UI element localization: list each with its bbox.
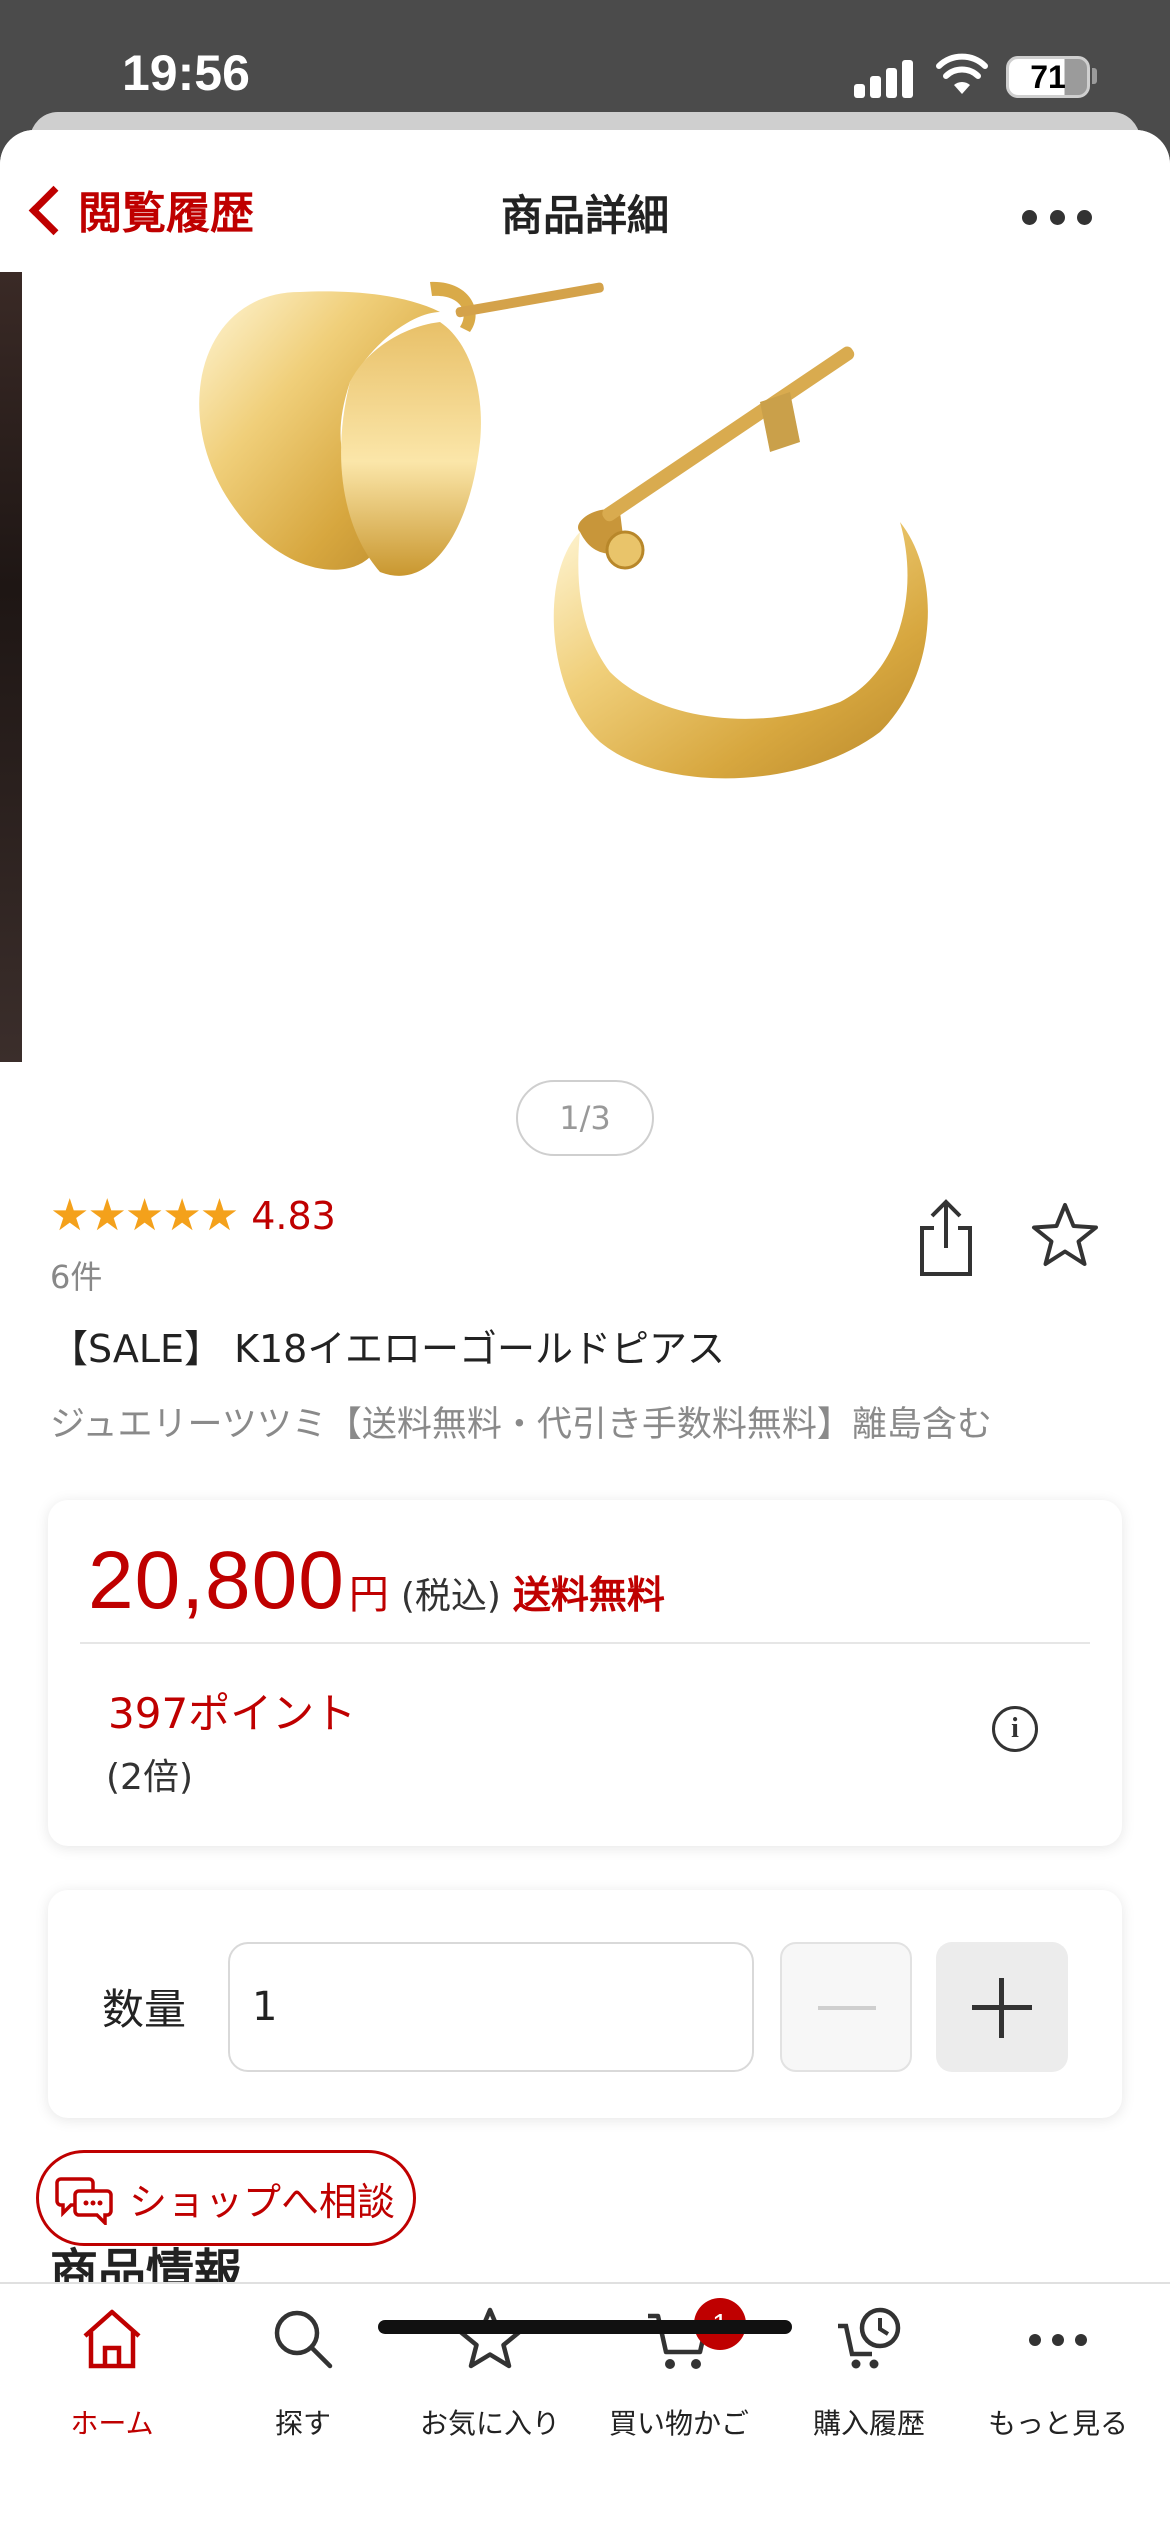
home-icon xyxy=(83,2309,141,2369)
gold-hoop-earrings-image xyxy=(199,281,928,779)
info-icon[interactable]: i xyxy=(992,1706,1038,1752)
nav-item-more[interactable]: もっと見る xyxy=(963,2284,1153,2474)
nav-item-favorites[interactable]: お気に入り xyxy=(395,2284,585,2474)
image-pager: 1/3 xyxy=(516,1080,654,1156)
nav-item-purchase-history[interactable]: 購入履歴 xyxy=(774,2284,964,2474)
status-time: 19:56 xyxy=(122,45,250,101)
history-icon xyxy=(838,2307,901,2369)
page-title: 商品詳細 xyxy=(500,191,669,240)
price-line: 20,800 円 (税込) 送料無料 xyxy=(88,1534,665,1628)
wifi-icon xyxy=(936,53,988,94)
quantity-increment-button[interactable] xyxy=(936,1942,1068,2072)
nav-item-home[interactable]: ホーム xyxy=(17,2284,207,2474)
nav-label-more: もっと見る xyxy=(987,2407,1128,2440)
battery-tip xyxy=(1092,68,1097,84)
product-detail-sheet: 閲覧履歴 商品詳細 1/3 ★★★★★ 4.83 6件 【SALE】 K18イエ… xyxy=(0,130,1170,2532)
review-count[interactable]: 6件 xyxy=(50,1252,102,1298)
dot-icon xyxy=(1022,210,1037,225)
quantity-label: 数量 xyxy=(102,1985,187,2034)
nav-item-search[interactable]: 探す xyxy=(208,2284,398,2474)
status-bar: 19:56 71 xyxy=(0,0,1170,130)
chat-bubbles-icon xyxy=(55,2177,113,2225)
divider xyxy=(80,1642,1090,1644)
dot-icon xyxy=(1077,210,1092,225)
nav-label-cart: 買い物かご xyxy=(608,2407,749,2440)
dot-icon xyxy=(1049,210,1065,225)
quantity-decrement-button[interactable] xyxy=(780,1942,912,2072)
battery-icon: 71 xyxy=(1006,56,1090,98)
free-shipping-label: 送料無料 xyxy=(512,1573,665,1617)
nav-label-search: 探す xyxy=(274,2407,331,2440)
home-indicator xyxy=(378,2320,792,2334)
nav-label-home: ホーム xyxy=(70,2407,154,2440)
price-card: 20,800 円 (税込) 送料無料 397ポイント (2倍) i xyxy=(48,1500,1122,1846)
nav-label-purchase-history: 購入履歴 xyxy=(812,2407,925,2440)
star-rating-icon: ★★★★★ xyxy=(50,1190,239,1241)
rating-row[interactable]: ★★★★★ 4.83 xyxy=(50,1190,336,1241)
search-icon xyxy=(274,2310,333,2369)
header: 閲覧履歴 商品詳細 xyxy=(0,130,1170,272)
battery-level: 71 xyxy=(1030,59,1066,95)
quantity-card: 数量 1 xyxy=(48,1890,1122,2118)
signal-icon xyxy=(854,58,914,98)
price-currency: 円 xyxy=(348,1572,389,1618)
rating-value: 4.83 xyxy=(251,1193,336,1238)
more-icon xyxy=(1029,2334,1087,2346)
product-image[interactable] xyxy=(0,272,1170,1067)
nav-item-cart[interactable]: 1 買い物かご xyxy=(584,2284,774,2474)
previous-image-edge xyxy=(0,272,22,1062)
product-title: 【SALE】 K18イエローゴールドピアス xyxy=(50,1327,725,1371)
star-icon xyxy=(457,2307,523,2369)
consult-label: ショップへ相談 xyxy=(129,2179,396,2224)
points-label: 397ポイント xyxy=(108,1689,357,1738)
share-icon[interactable] xyxy=(912,1196,980,1280)
points-multiplier: (2倍) xyxy=(106,1757,193,1798)
favorite-star-icon[interactable] xyxy=(1030,1200,1100,1270)
nav-label-favorites: お気に入り xyxy=(419,2407,560,2440)
quantity-input[interactable]: 1 xyxy=(228,1942,754,2072)
price-amount: 20,800 xyxy=(88,1535,345,1626)
shop-name[interactable]: ジュエリーツツミ【送料無料・代引き手数料無料】離島含む xyxy=(50,1396,992,1447)
more-options-button[interactable] xyxy=(1022,210,1092,230)
tax-label: (税込) xyxy=(400,1576,501,1617)
consult-shop-button[interactable]: ショップへ相談 xyxy=(36,2150,416,2246)
